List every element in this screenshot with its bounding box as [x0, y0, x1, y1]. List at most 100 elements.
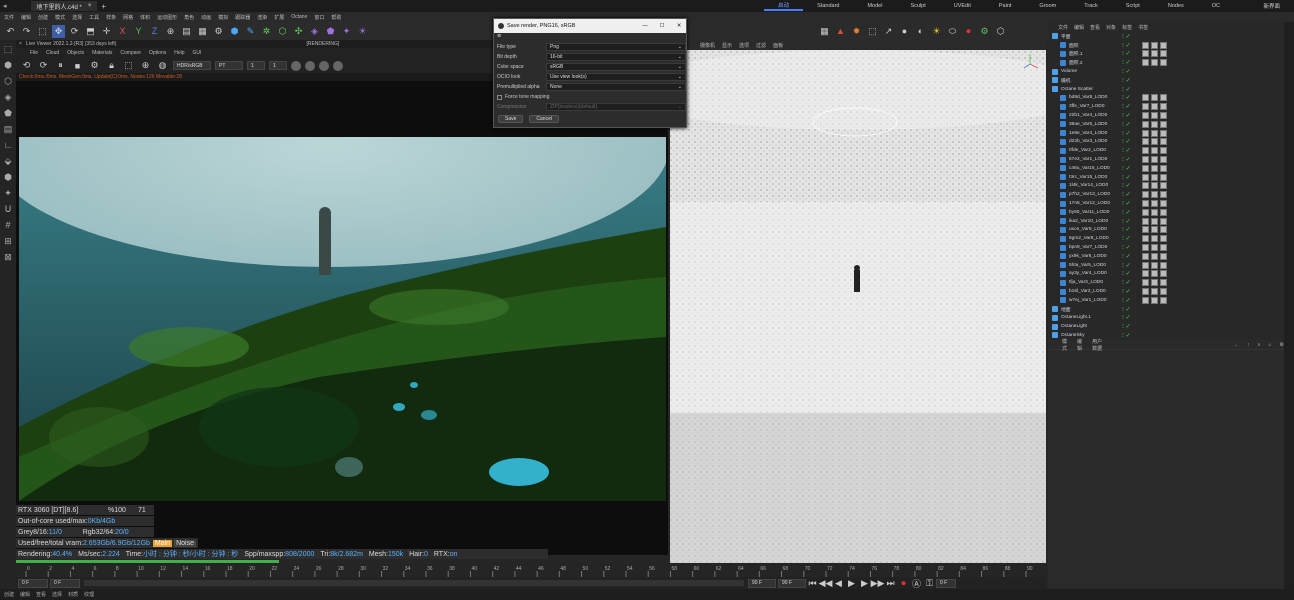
material-tag-icon[interactable]: [1151, 252, 1158, 260]
model-mode-icon[interactable]: ⬚: [1, 42, 15, 56]
lock-icon[interactable]: ⌂: [1268, 342, 1271, 348]
layout-tab-uvedit[interactable]: UVEdit: [940, 3, 985, 9]
material-tag-icon[interactable]: [1142, 235, 1149, 243]
menu-item[interactable]: 模拟: [218, 14, 228, 21]
send-scene-icon[interactable]: ⟲: [20, 59, 33, 72]
lv-menu-file[interactable]: File: [30, 50, 38, 56]
back-icon[interactable]: ←: [1234, 342, 1239, 348]
new-layout-button[interactable]: 新界面: [1263, 2, 1280, 10]
menu-item[interactable]: 动画: [201, 14, 211, 21]
channel-toggle[interactable]: [291, 60, 301, 71]
material-tag-icon[interactable]: [1160, 164, 1167, 172]
layout-tab-paint[interactable]: Paint: [985, 3, 1026, 9]
material-tag-icon[interactable]: [1142, 296, 1149, 304]
layout-tab-sculpt[interactable]: Sculpt: [896, 3, 939, 9]
am-menu-edit[interactable]: 编辑: [1077, 338, 1084, 352]
viewport-menu-options[interactable]: 选项: [739, 42, 749, 49]
close-icon[interactable]: ×: [19, 41, 22, 47]
visibility-check-icon[interactable]: ⁝ ✓: [1122, 139, 1136, 145]
material-tag-icon[interactable]: [1151, 244, 1158, 252]
material-tag-icon[interactable]: [1151, 138, 1158, 146]
visibility-check-icon[interactable]: ⁝ ✓: [1122, 33, 1136, 40]
object-row[interactable]: 17n6_Var12_LOD0 ⁝ ✓: [1052, 199, 1284, 208]
object-row[interactable]: 1l4k_Var14_LOD0 ⁝ ✓: [1052, 182, 1284, 191]
settings-icon[interactable]: ⚙: [88, 59, 101, 72]
material-tag-icon[interactable]: [1142, 208, 1149, 216]
material-tag-icon[interactable]: [1160, 59, 1167, 67]
sculpt-icon[interactable]: ⬢: [1, 170, 15, 184]
start-frame-field[interactable]: 0 F: [50, 578, 80, 588]
visibility-check-icon[interactable]: ⁝ ✓: [1122, 51, 1136, 57]
object-row[interactable]: 平面 ⁝ ✓: [1052, 32, 1284, 41]
material-tag-icon[interactable]: [1142, 261, 1149, 269]
key-icon[interactable]: ⚿: [923, 577, 936, 590]
object-row[interactable]: yx9k_Var6_LOD0 ⁝ ✓: [1052, 252, 1284, 261]
material-tag-icon[interactable]: [1142, 120, 1149, 128]
material-tag-icon[interactable]: [1151, 261, 1158, 269]
channel-toggle[interactable]: [305, 60, 315, 71]
material-tag-icon[interactable]: [1151, 226, 1158, 234]
material-tag-icon[interactable]: [1151, 41, 1158, 49]
layout-tab-oc[interactable]: OC: [1198, 3, 1234, 9]
visibility-check-icon[interactable]: ⁝ ✓: [1122, 236, 1136, 242]
color-space-select[interactable]: sRGB ⌄: [546, 63, 686, 71]
layout-tab-start[interactable]: 启动: [764, 1, 804, 11]
visibility-check-icon[interactable]: ⁝ ✓: [1122, 209, 1136, 216]
next-frame-icon[interactable]: ▶: [858, 577, 871, 590]
material-tag-icon[interactable]: [1151, 59, 1158, 67]
main-button[interactable]: Main: [152, 539, 173, 547]
visibility-check-icon[interactable]: ⁝ ✓: [1122, 60, 1136, 66]
octane-sun-icon[interactable]: ☀: [930, 25, 943, 38]
redo-icon[interactable]: ↷: [20, 25, 33, 38]
menu-item[interactable]: 角色: [184, 14, 194, 21]
scale-icon[interactable]: ⬒: [84, 25, 97, 38]
material-tag-icon[interactable]: [1160, 41, 1167, 49]
material-tag-icon[interactable]: [1151, 112, 1158, 120]
object-row[interactable]: 摄机 ⁝ ✓: [1052, 76, 1284, 85]
lv-menu-help[interactable]: Help: [174, 50, 184, 56]
material-tag-icon[interactable]: [1142, 270, 1149, 278]
material-tag-icon[interactable]: [1151, 208, 1158, 216]
layout-tab-model[interactable]: Model: [853, 3, 896, 9]
object-row[interactable]: OctaneLight ⁝ ✓: [1052, 322, 1284, 331]
object-row[interactable]: 57e2_Var1_LOD0 ⁝ ✓: [1052, 155, 1284, 164]
material-tag-icon[interactable]: [1151, 156, 1158, 164]
noise-button[interactable]: Noise: [174, 539, 196, 547]
visibility-check-icon[interactable]: ⁝ ✓: [1122, 42, 1136, 49]
layout-tab-script[interactable]: Script: [1112, 3, 1154, 9]
material-tag-icon[interactable]: [1142, 156, 1149, 164]
object-row[interactable]: 5hta_Var5_LOD0 ⁝ ✓: [1052, 261, 1284, 270]
bit-depth-select[interactable]: 16-bit ⌄: [546, 53, 686, 61]
material-tag-icon[interactable]: [1142, 94, 1149, 102]
octane-render-icon[interactable]: ▲: [834, 25, 847, 38]
material-tag-icon[interactable]: [1151, 50, 1158, 58]
autokey-icon[interactable]: Ⓐ: [910, 577, 923, 590]
premultiplied-alpha-select[interactable]: None ⌄: [546, 83, 686, 91]
viewport-menu-camera[interactable]: 摄像机: [700, 42, 715, 49]
menu-item[interactable]: 扩展: [274, 14, 284, 21]
material-tag-icon[interactable]: [1160, 138, 1167, 146]
octane-record-icon[interactable]: ⏺: [962, 25, 975, 38]
menu-item[interactable]: 文件: [4, 14, 14, 21]
record-icon[interactable]: ⏺: [897, 577, 910, 590]
timeline-ruler[interactable]: 0 2 4 6 8 10 12 14 16 18 20 22 24 26 28 30 32 34 36 38 40 42 4…: [16, 563, 1046, 577]
close-icon[interactable]: ×: [88, 3, 92, 9]
colorspace-select[interactable]: HDR/sRGB: [173, 61, 211, 70]
material-tag-icon[interactable]: [1151, 182, 1158, 190]
material-tag-icon[interactable]: [1142, 129, 1149, 137]
material-tag-icon[interactable]: [1151, 120, 1158, 128]
paint-icon[interactable]: ✦: [1, 186, 15, 200]
object-row[interactable]: w7ej_Var1_LOD0 ⁝ ✓: [1052, 296, 1284, 305]
material-tag-icon[interactable]: [1160, 103, 1167, 111]
value-field-2[interactable]: 1: [269, 61, 287, 70]
visibility-check-icon[interactable]: ⁝ ✓: [1122, 130, 1136, 137]
visibility-check-icon[interactable]: ⁝ ✓: [1122, 201, 1136, 207]
visibility-check-icon[interactable]: ⁝ ✓: [1122, 253, 1136, 260]
rotate-icon[interactable]: ⟳: [68, 25, 81, 38]
visibility-check-icon[interactable]: ⁝ ✓: [1122, 227, 1136, 233]
current-frame-field[interactable]: 0 F: [18, 578, 48, 588]
hamburger-menu-icon[interactable]: ≡: [494, 33, 686, 42]
layout-tab-track[interactable]: Track: [1070, 3, 1112, 9]
material-tag-icon[interactable]: [1160, 261, 1167, 269]
visibility-check-icon[interactable]: ⁝ ✓: [1122, 113, 1136, 119]
